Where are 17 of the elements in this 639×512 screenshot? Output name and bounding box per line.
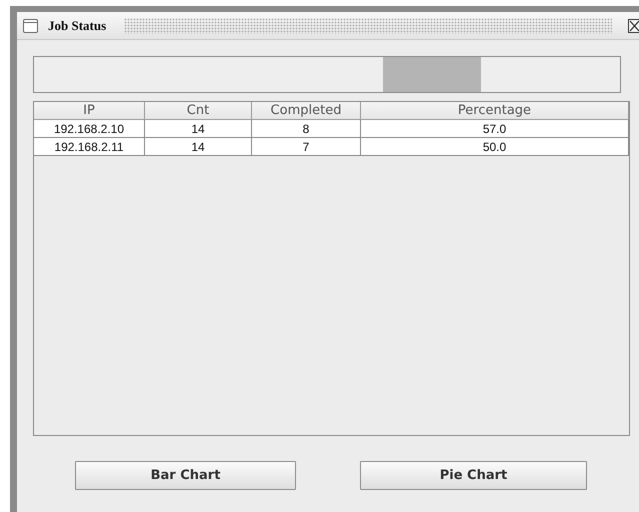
table-cell: 192.168.2.10 [34, 120, 145, 138]
table-cell: 14 [145, 120, 252, 138]
column-header[interactable]: IP [34, 102, 145, 120]
window-title: Job Status [48, 18, 106, 34]
table-cell: 7 [252, 138, 361, 156]
table-cell: 50.0 [361, 138, 629, 156]
bar-chart-button[interactable]: Bar Chart [75, 461, 296, 490]
close-icon[interactable] [628, 18, 639, 32]
table-cell: 192.168.2.11 [34, 138, 145, 156]
pie-chart-button[interactable]: Pie Chart [360, 461, 587, 490]
window-icon [23, 18, 38, 32]
table-cell: 14 [145, 138, 252, 156]
table-cell: 57.0 [361, 120, 629, 138]
column-header[interactable]: Percentage [361, 102, 629, 120]
column-header[interactable]: Completed [252, 102, 361, 120]
table-cell: 8 [252, 120, 361, 138]
column-header[interactable]: Cnt [145, 102, 252, 120]
